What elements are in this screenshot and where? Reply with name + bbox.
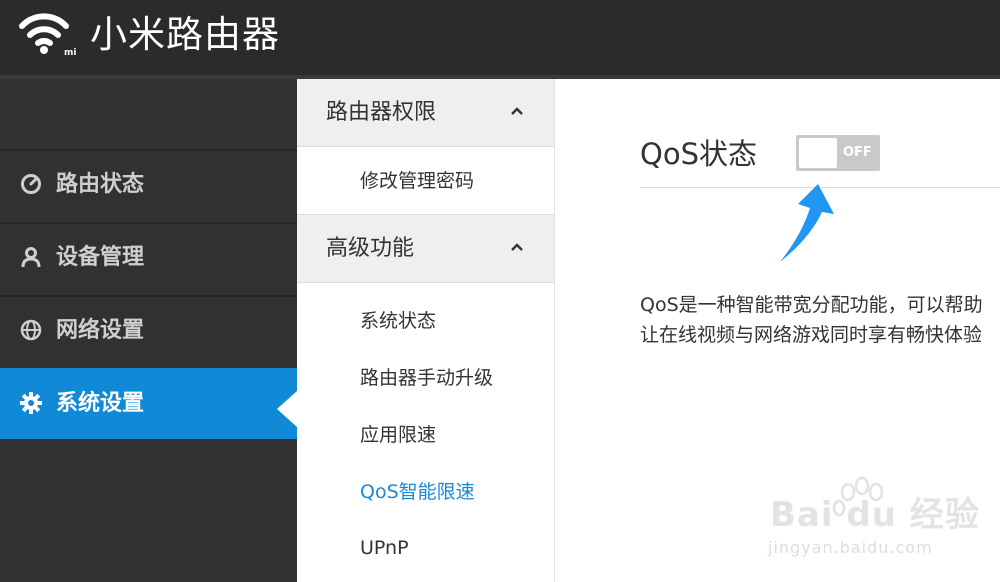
menu-item-change-password[interactable]: 修改管理密码	[360, 168, 474, 194]
globe-icon	[20, 319, 42, 341]
menu-item-app-speed-limit[interactable]: 应用限速	[360, 422, 436, 448]
page-title: QoS状态	[640, 137, 757, 171]
sidebar-item-system-settings[interactable]: 系统设置	[0, 368, 297, 439]
watermark-text: Bai du 经验	[770, 495, 980, 535]
wifi-logo-icon: mi	[19, 13, 76, 56]
sidebar-item-network-settings[interactable]: 网络设置	[0, 295, 297, 366]
description-line: QoS是一种智能带宽分配功能，可以帮助	[640, 294, 983, 316]
app-title: 小米路由器	[90, 13, 280, 56]
description-line: 让在线视频与网络游戏同时享有畅快体验	[640, 324, 983, 346]
user-icon	[21, 247, 41, 268]
sidebar-item-label: 路由状态	[56, 172, 145, 197]
pointer-arrow-icon	[780, 184, 834, 262]
chevron-up-icon[interactable]	[509, 241, 525, 253]
active-indicator	[277, 391, 297, 427]
svg-text:mi: mi	[64, 48, 76, 56]
watermark-url: jingyan.baidu.com	[768, 538, 933, 557]
menu-item-upnp[interactable]: UPnP	[360, 535, 409, 561]
top-header: mi 小米路由器	[0, 0, 1000, 75]
sidebar-item-label: 设备管理	[56, 245, 145, 270]
menu-item-manual-upgrade[interactable]: 路由器手动升级	[360, 365, 493, 391]
toggle-knob	[799, 138, 837, 168]
gear-icon	[20, 392, 42, 414]
menu-group-title: 路由器权限	[326, 100, 437, 125]
menu-group-title: 高级功能	[326, 236, 415, 261]
sidebar-item-label: 系统设置	[56, 391, 145, 416]
menu-item-system-status[interactable]: 系统状态	[360, 308, 436, 334]
settings-menu: 路由器权限 修改管理密码 高级功能 系统状态 路由器手动升级 应用限速 QoS智…	[297, 79, 555, 582]
chevron-up-icon[interactable]	[509, 105, 525, 117]
menu-group-router-permissions[interactable]: 路由器权限	[297, 79, 554, 147]
menu-item-qos-smart-limit[interactable]: QoS智能限速	[360, 479, 475, 505]
menu-group-advanced[interactable]: 高级功能	[297, 215, 554, 283]
qos-toggle[interactable]: OFF	[796, 135, 880, 171]
sidebar-item-router-status[interactable]: 路由状态	[0, 149, 297, 220]
gauge-icon	[21, 174, 41, 194]
toggle-state-label: OFF	[843, 145, 872, 160]
sidebar-item-label: 网络设置	[56, 318, 145, 343]
sidebar: 路由状态 设备管理 网络设置 系统设置	[0, 79, 297, 582]
sidebar-item-device-management[interactable]: 设备管理	[0, 222, 297, 293]
